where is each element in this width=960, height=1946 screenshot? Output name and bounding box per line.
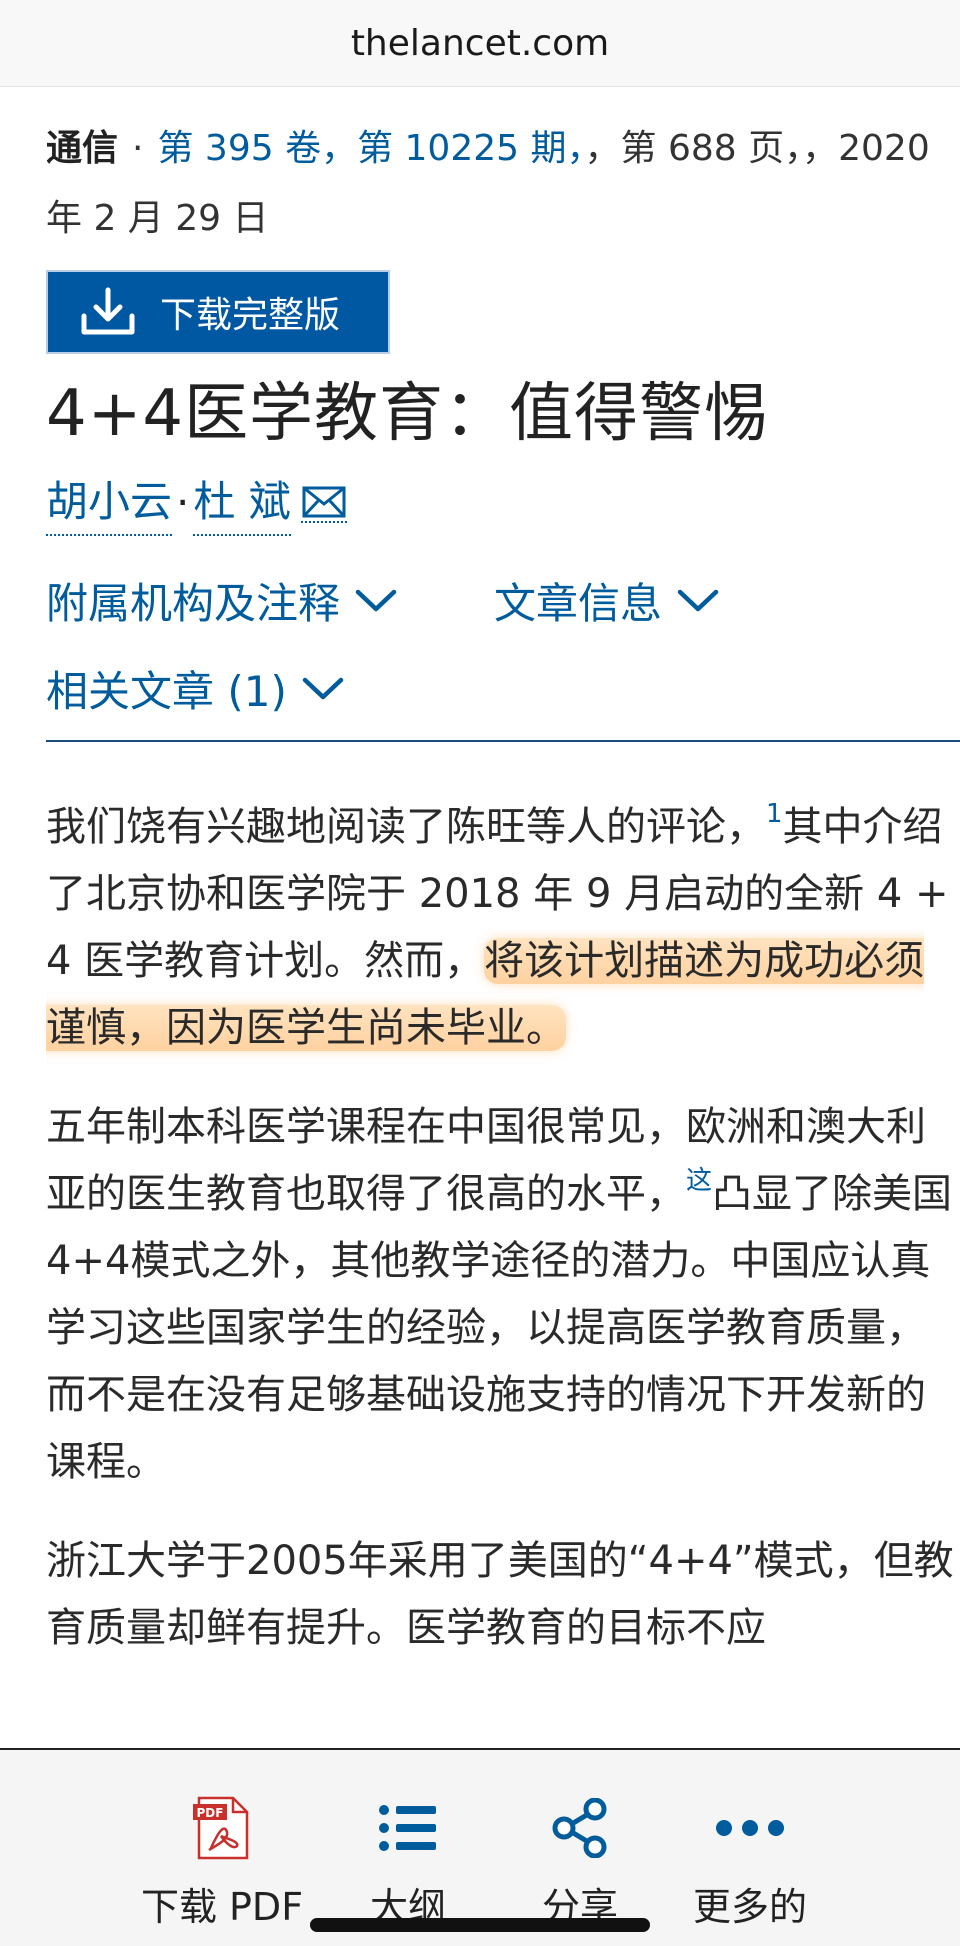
download-full-label: 下载完整版 xyxy=(160,295,341,336)
chevron-down-icon xyxy=(355,589,397,612)
section-divider xyxy=(46,740,960,742)
toolbar-label: 下载 PDF xyxy=(140,1885,304,1929)
download-pdf-button[interactable]: PDF 下载 PDF xyxy=(122,1796,322,1931)
reference-link[interactable]: 这 xyxy=(686,1166,712,1196)
meta-separator: · xyxy=(132,128,144,169)
volume-link[interactable]: 第 395 卷， xyxy=(157,128,357,169)
article-body: 我们饶有兴趣地阅读了陈旺等人的评论，1其中介绍了北京协和医学院于 2018 年 … xyxy=(46,794,960,1662)
article-info-label: 文章信息 xyxy=(494,578,663,628)
mail-icon[interactable] xyxy=(300,483,347,523)
related-articles-toggle[interactable]: 相关文章 (1) xyxy=(46,644,546,732)
reference-link[interactable]: 1 xyxy=(766,799,783,829)
author-separator: · xyxy=(176,478,190,527)
article-type: 通信 xyxy=(46,128,119,169)
home-indicator[interactable] xyxy=(310,1918,650,1932)
article-info-toggle[interactable]: 文章信息 xyxy=(494,556,894,644)
article-title: 4+4医学教育：值得警惕 xyxy=(46,377,770,451)
affiliations-toggle[interactable]: 附属机构及注释 xyxy=(46,556,494,644)
author-link[interactable]: 胡小云 xyxy=(46,470,173,536)
affiliations-label: 附属机构及注释 xyxy=(46,578,341,628)
article-content: 通信 · 第 395 卷，第 10225 期，，第 688 页，，2020 年 2 … xyxy=(46,86,960,1694)
paragraph-text: 凸显了除美国4+4模式之外，其他教学途径的潜力。中国应认真学习这些国家学生的经验… xyxy=(46,1171,953,1485)
download-icon xyxy=(81,287,135,335)
toolbar-label: 更多的 xyxy=(692,1885,807,1929)
download-full-button[interactable]: 下载完整版 xyxy=(46,270,390,354)
pdf-icon: PDF xyxy=(193,1796,249,1860)
paragraph: 浙江大学于2005年采用了美国的“4+4”模式，但教育质量却鲜有提升。医学教育的… xyxy=(46,1538,954,1651)
outline-button[interactable]: 大纲 xyxy=(308,1796,508,1931)
share-icon xyxy=(552,1798,607,1858)
chevron-down-icon xyxy=(302,677,344,700)
outline-list-icon xyxy=(379,1805,436,1851)
article-meta: 通信 · 第 395 卷，第 10225 期，，第 688 页，，2020 年 2 … xyxy=(46,114,960,254)
author-list: 胡小云 · 杜 斌 xyxy=(46,470,960,536)
bottom-toolbar: PDF 下载 PDF 大纲 分享 更多的 xyxy=(0,1748,960,1946)
more-dots-icon xyxy=(716,1820,784,1836)
related-articles-label: 相关文章 (1) xyxy=(46,666,287,716)
paragraph-text: 我们饶有兴趣地阅读了陈旺等人的评论， xyxy=(46,804,766,850)
chevron-down-icon xyxy=(677,589,719,612)
article-links: 附属机构及注释 文章信息 相关文章 (1) xyxy=(46,556,960,732)
issue-link[interactable]: 第 10225 期， xyxy=(357,128,584,169)
browser-url-bar[interactable]: thelancet.com xyxy=(0,0,960,87)
svg-text:PDF: PDF xyxy=(197,1806,224,1820)
url-text: thelancet.com xyxy=(350,22,610,64)
paragraph: 我们饶有兴趣地阅读了陈旺等人的评论，1其中介绍了北京协和医学院于 2018 年 … xyxy=(46,794,960,1062)
author-link[interactable]: 杜 斌 xyxy=(193,470,291,536)
paragraph: 五年制本科医学课程在中国很常见，欧洲和澳大利亚的医生教育也取得了很高的水平，这凸… xyxy=(46,1094,960,1496)
more-button[interactable]: 更多的 xyxy=(650,1796,850,1931)
